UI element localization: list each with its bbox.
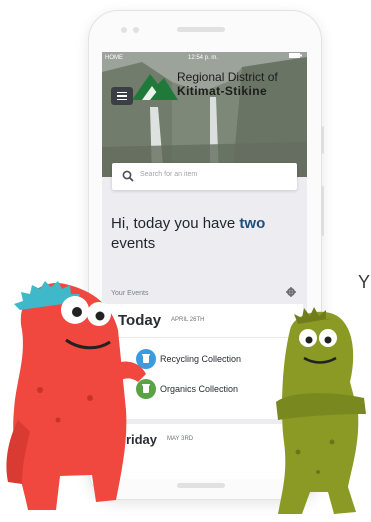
menu-button[interactable] bbox=[111, 87, 133, 105]
header-hero: HOME 12:54 p. m. Regional District of Ki… bbox=[102, 52, 307, 177]
search-placeholder: Search for an item bbox=[140, 171, 198, 178]
logo-title: Regional District of bbox=[177, 70, 278, 84]
volume-button bbox=[321, 126, 324, 154]
home-indicator bbox=[177, 483, 225, 488]
greeting-text: Hi, today you have two events bbox=[111, 214, 301, 254]
event-label: Recycling Collection bbox=[160, 354, 242, 364]
red-monster-illustration bbox=[6, 281, 146, 510]
battery-icon bbox=[289, 52, 303, 64]
event-count: two bbox=[239, 215, 266, 232]
green-monster-illustration bbox=[276, 307, 366, 514]
logo-subtitle: Kitimat-Stikine bbox=[177, 84, 268, 98]
speaker-grille bbox=[177, 27, 225, 32]
hamburger-icon bbox=[117, 91, 127, 94]
sensor-dot bbox=[133, 27, 139, 33]
status-bar: HOME 12:54 p. m. bbox=[102, 52, 307, 64]
carrier-label: HOME bbox=[105, 55, 123, 61]
mountain-logo-icon bbox=[132, 74, 178, 100]
day-date: APRIL 26TH bbox=[171, 317, 205, 323]
side-heading-fragment: Y bbox=[358, 272, 371, 292]
day-date: MAY 3RD bbox=[167, 436, 194, 442]
search-icon bbox=[122, 170, 134, 182]
power-button bbox=[321, 186, 324, 236]
search-bar[interactable]: Search for an item bbox=[112, 163, 297, 190]
greeting-prefix: Hi, today you have bbox=[111, 215, 240, 232]
gear-icon[interactable] bbox=[286, 287, 296, 297]
clock: 12:54 p. m. bbox=[188, 55, 219, 61]
rdks-logo: Regional District of Kitimat-Stikine bbox=[132, 64, 307, 104]
camera-dot bbox=[121, 27, 127, 33]
event-label: Organics Collection bbox=[160, 384, 239, 394]
greeting-suffix: events bbox=[111, 235, 156, 252]
